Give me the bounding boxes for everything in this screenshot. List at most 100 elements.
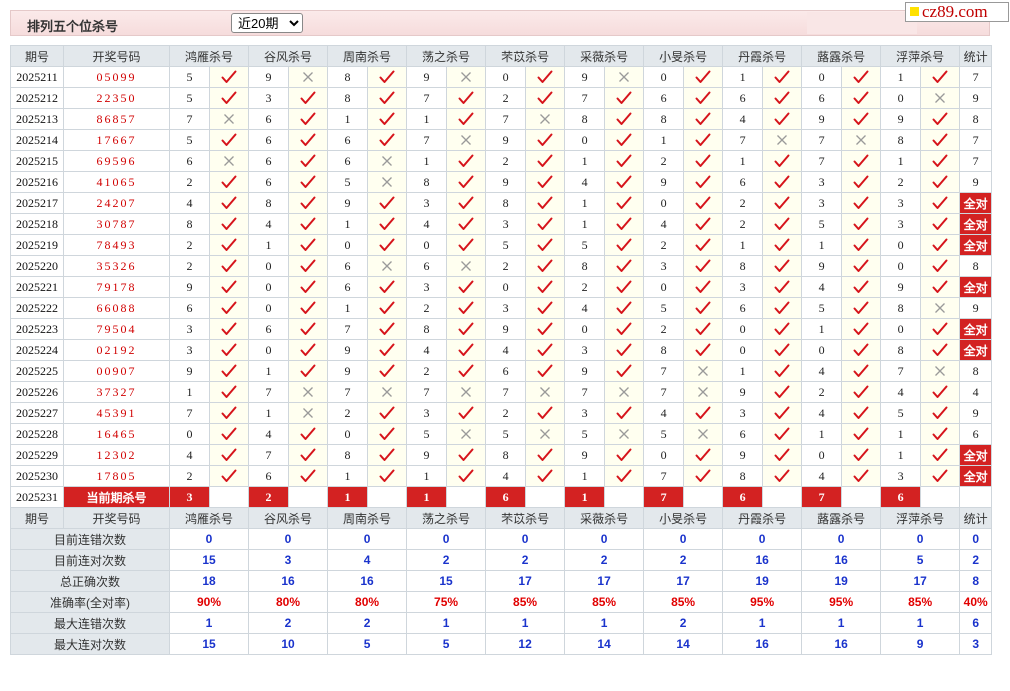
kill-digit-cell: 1 [564,150,606,172]
summary-value: 1 [406,612,487,634]
col-header-method: 周南杀号 [327,507,408,529]
cross-icon [619,429,630,439]
kill-correct-mark [367,444,408,466]
kill-correct-mark [762,192,803,214]
kill-digit-cell: 4 [801,402,843,424]
period-cell: 2025230 [10,465,64,487]
kill-digit-cell: 4 [485,339,527,361]
current-kill-digit: 1 [327,486,369,508]
col-header-stats: 统计 [959,507,993,529]
kill-digit-cell: 1 [406,150,448,172]
kill-correct-mark [604,297,645,319]
check-icon [616,175,632,188]
check-icon [932,448,948,461]
kill-digit-cell: 0 [406,234,448,256]
current-kill-digit: 7 [643,486,685,508]
cross-icon [619,72,630,82]
kill-digit-cell: 9 [801,255,843,277]
kill-digit-cell: 6 [801,87,843,109]
kill-digit-cell: 4 [406,339,448,361]
check-icon [537,217,553,230]
summary-value: 0 [168,528,250,550]
period-cell: 2025218 [10,213,64,235]
kill-digit-cell: 9 [248,66,290,88]
kill-digit-cell: 0 [643,444,685,466]
check-icon [379,427,395,440]
kill-correct-mark [446,360,487,382]
kill-digit-cell: 8 [327,87,369,109]
kill-correct-mark [762,465,803,487]
table-row: 2025223 79504 3 6 7 8 9 0 2 0 1 0 全对 [10,318,993,340]
stat-cell: 7 [959,66,993,88]
period-cell: 2025216 [10,171,64,193]
summary-value: 16 [801,633,882,655]
kill-wrong-mark [288,402,329,424]
kill-correct-mark [525,87,566,109]
summary-value: 0 [248,528,329,550]
check-icon [300,364,316,377]
kill-digit-cell: 7 [327,318,369,340]
summary-value: 0 [406,528,487,550]
check-icon [221,280,237,293]
kill-correct-mark [920,381,961,403]
check-icon [458,196,474,209]
kill-correct-mark [525,297,566,319]
site-logo[interactable]: cz89.com [905,2,1009,22]
kill-digit-cell: 1 [880,66,922,88]
check-icon [695,154,711,167]
period-range-select[interactable]: 近20期 [231,13,303,33]
kill-wrong-mark [683,360,724,382]
kill-digit-cell: 1 [327,297,369,319]
summary-header-row: 期号 开奖号码 鸿雁杀号 谷风杀号 周南杀号 荡之杀号 芣苡杀号 采薇杀号 小旻杀号 丹霞杀号 蕗露… [10,507,993,529]
summary-value: 16 [327,570,408,592]
kill-digit-cell: 5 [564,423,606,445]
kill-correct-mark [604,87,645,109]
check-icon [379,364,395,377]
kill-correct-mark [762,276,803,298]
kill-digit-cell: 5 [169,66,210,88]
table-row: 2025218 30787 8 4 1 4 3 1 4 2 5 3 全对 [10,213,993,235]
kill-correct-mark [525,339,566,361]
kill-digit-cell: 9 [485,129,527,151]
draw-number-cell: 00907 [63,360,170,382]
summary-value: 15 [168,549,250,571]
kill-digit-cell: 3 [169,318,210,340]
cross-icon [540,387,551,397]
period-cell: 2025223 [10,318,64,340]
kill-correct-mark [208,234,250,256]
draw-number-cell: 30787 [63,213,170,235]
check-icon [221,406,237,419]
kill-wrong-mark [288,66,329,88]
kill-digit-cell: 0 [248,276,290,298]
kill-digit-cell: 4 [564,171,606,193]
kill-correct-mark [683,108,724,130]
kill-correct-mark [762,381,803,403]
check-icon [932,154,948,167]
current-kill-blank [683,486,724,508]
check-icon [300,259,316,272]
kill-digit-cell: 1 [643,129,685,151]
check-icon [221,427,237,440]
kill-digit-cell: 5 [406,423,448,445]
kill-correct-mark [762,213,803,235]
kill-correct-mark [208,255,250,277]
kill-digit-cell: 1 [327,108,369,130]
summary-value: 5 [880,549,961,571]
col-header-period: 期号 [10,507,64,529]
kill-digit-cell: 1 [248,360,290,382]
kill-digit-cell: 2 [643,234,685,256]
summary-value: 2 [327,612,408,634]
check-icon [774,406,790,419]
stat-cell: 7 [959,150,993,172]
summary-value: 18 [168,570,250,592]
kill-digit-cell: 1 [801,234,843,256]
kill-correct-mark [762,423,803,445]
check-icon [932,238,948,251]
cross-icon [382,177,392,187]
summary-value: 3 [248,549,329,571]
page-title: 排列五个位杀号 [27,19,119,34]
draw-number-cell: 37327 [63,381,170,403]
kill-correct-mark [841,402,882,424]
table-row: 2025222 66088 6 0 1 2 3 4 5 6 5 8 9 [10,297,993,319]
current-kill-blank [525,486,566,508]
